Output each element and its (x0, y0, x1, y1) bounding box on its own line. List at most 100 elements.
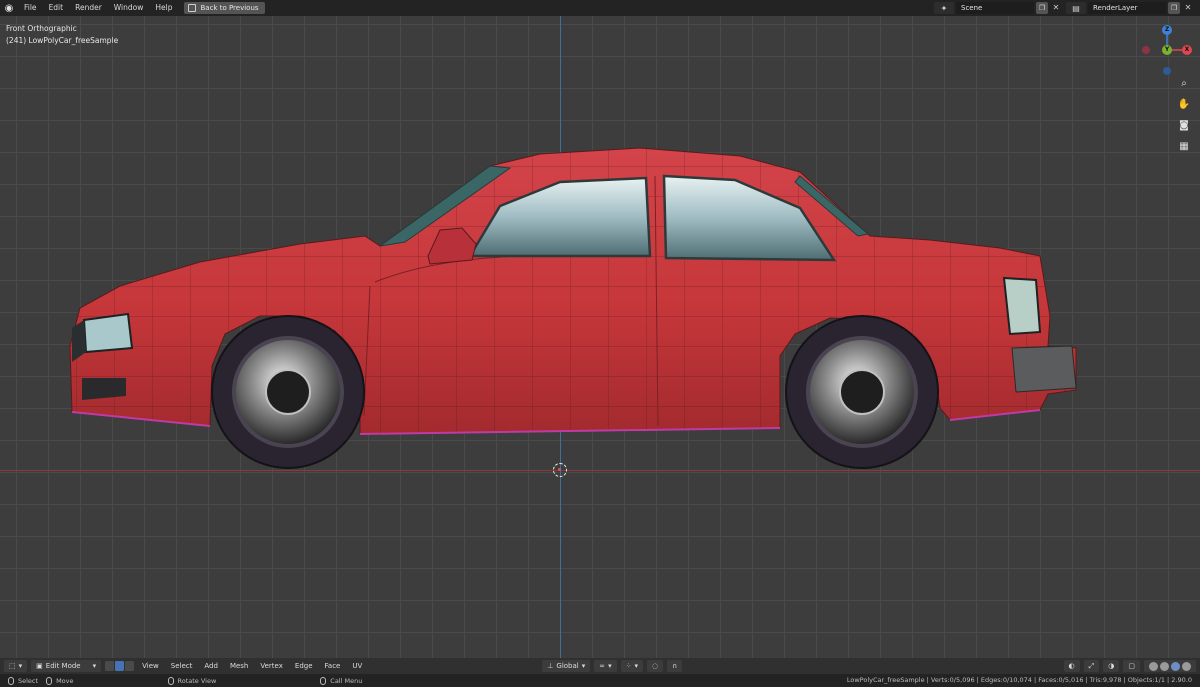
eye-icon: ◐ (1068, 662, 1075, 670)
mouse-right-icon (320, 676, 327, 685)
navigation-gizmo[interactable]: Z Y X (1140, 21, 1200, 81)
mouse-left-icon (8, 676, 14, 685)
gizmo-x-icon[interactable]: X (1182, 45, 1192, 55)
top-right-controls: ✦ Scene ❐ ✕ ▤ RenderLayer ❐ ✕ (934, 0, 1200, 16)
menu-vertex[interactable]: Vertex (256, 660, 287, 672)
scene-selector: ✦ Scene ❐ ✕ (934, 2, 1062, 14)
scene-name-field[interactable]: Scene (956, 2, 1034, 14)
render-layer-field[interactable]: RenderLayer (1088, 2, 1166, 14)
pan-hand-icon[interactable]: ✋ (1176, 97, 1192, 113)
back-to-previous-label: Back to Previous (200, 4, 259, 12)
pivot-point-button[interactable]: ∞ ▾ (594, 660, 617, 672)
menu-help[interactable]: Help (149, 0, 178, 16)
chevron-down-icon: ▾ (581, 662, 586, 670)
top-menu-bar: ◉ File Edit Render Window Help Back to P… (0, 0, 1200, 16)
rear-wheel (785, 315, 939, 469)
overlay-icon: ◑ (1108, 662, 1115, 670)
material-preview-icon[interactable] (1171, 661, 1180, 671)
blender-logo-icon[interactable]: ◉ (0, 0, 18, 16)
snap-button[interactable]: ⁘ ▾ (620, 660, 643, 672)
viewport-info: Front Orthographic (241) LowPolyCar_free… (6, 23, 118, 47)
chevron-down-icon: ▾ (634, 662, 638, 670)
mouse-drag-icon (46, 676, 53, 685)
visibility-button[interactable]: ◐ (1063, 660, 1080, 672)
shading-controls: ◐ ⤢ ◑ ▢ (1063, 660, 1196, 672)
status-select: Select (8, 676, 39, 685)
mouse-middle-icon (167, 676, 174, 685)
view-name: Front Orthographic (6, 24, 77, 33)
front-wheel (211, 315, 365, 469)
menu-face[interactable]: Face (321, 660, 345, 672)
gizmo-toggle-button[interactable]: ⤢ (1083, 660, 1100, 672)
status-move: Move (46, 676, 74, 685)
delete-scene-icon[interactable]: ✕ (1050, 2, 1062, 14)
delete-view-layer-icon[interactable]: ✕ (1182, 2, 1194, 14)
proportional-edit-button[interactable]: ◌ (647, 660, 664, 672)
status-rotate-label: Rotate View (177, 676, 217, 685)
gizmo-z-icon[interactable]: Z (1162, 25, 1172, 35)
wireframe-shading-icon[interactable] (1149, 661, 1158, 671)
menu-add[interactable]: Add (200, 660, 222, 672)
select-mode-group (105, 661, 135, 671)
falloff-curve-icon: ∩ (672, 662, 678, 670)
rendered-shading-icon[interactable] (1182, 661, 1191, 671)
menu-window[interactable]: Window (108, 0, 150, 16)
editor-type-icon: ⬚ (9, 662, 16, 670)
transform-orientation-label: Global (556, 662, 579, 670)
zoom-icon[interactable]: ⌕ (1176, 76, 1192, 92)
gizmo-neg-x-icon[interactable] (1142, 46, 1150, 54)
status-select-label: Select (18, 676, 39, 685)
menu-edit[interactable]: Edit (43, 0, 70, 16)
edit-mode-icon: ▣ (36, 662, 43, 670)
status-call-menu: Call Menu (320, 676, 363, 685)
gizmo-neg-z-icon[interactable] (1163, 67, 1171, 75)
proportional-edit-icon: ◌ (652, 662, 659, 670)
status-bar: Select Move Rotate View Call Menu LowPol… (0, 674, 1200, 687)
xray-toggle-button[interactable]: ▢ (1123, 660, 1140, 672)
solid-shading-icon[interactable] (1160, 661, 1169, 671)
status-call-menu-label: Call Menu (330, 676, 363, 685)
status-rotate: Rotate View (167, 676, 217, 685)
viewport-header: ⬚ ▾ ▣ Edit Mode ▾ View Select Add Mesh Ve… (0, 658, 1200, 674)
menu-mesh[interactable]: Mesh (226, 660, 252, 672)
view-layer-icon[interactable]: ▤ (1066, 2, 1086, 14)
shading-mode-group (1144, 660, 1196, 672)
scene-statistics: LowPolyCar_freeSample | Verts:0/5,096 | … (846, 676, 1192, 684)
mode-selector[interactable]: ▣ Edit Mode ▾ (31, 660, 102, 672)
menu-render[interactable]: Render (69, 0, 108, 16)
ortho-grid-icon[interactable]: ▦ (1176, 139, 1192, 155)
falloff-button[interactable]: ∩ (667, 660, 683, 672)
3d-cursor-icon[interactable] (553, 463, 567, 477)
chevron-down-icon: ▾ (608, 662, 612, 670)
overlay-toggle-button[interactable]: ◑ (1103, 660, 1120, 672)
editor-type-button[interactable]: ⬚ ▾ (4, 660, 28, 672)
snap-icon: ⁘ (625, 662, 632, 670)
menu-uv[interactable]: UV (348, 660, 366, 672)
face-select-icon[interactable] (125, 661, 135, 671)
view-layer-selector: ▤ RenderLayer ❐ ✕ (1066, 2, 1194, 14)
gizmo-icon: ⤢ (1088, 662, 1095, 670)
vertex-select-icon[interactable] (105, 661, 115, 671)
menu-edge[interactable]: Edge (291, 660, 317, 672)
status-move-label: Move (56, 676, 74, 685)
gizmo-y-icon[interactable]: Y (1162, 45, 1172, 55)
link-icon: ∞ (599, 662, 606, 670)
xray-icon: ▢ (1128, 662, 1135, 670)
screen-icon (188, 4, 197, 12)
scene-icon[interactable]: ✦ (934, 2, 954, 14)
3d-viewport[interactable]: Front Orthographic (241) LowPolyCar_free… (0, 16, 1200, 658)
menu-view[interactable]: View (138, 660, 163, 672)
back-to-previous-button[interactable]: Back to Previous (184, 2, 265, 14)
orientation-icon: ⊥ (547, 662, 554, 670)
transform-orientation-selector[interactable]: ⊥ Global ▾ (542, 660, 591, 672)
menu-select[interactable]: Select (167, 660, 197, 672)
edge-select-icon[interactable] (115, 661, 125, 671)
object-label: (241) LowPolyCar_freeSample (6, 36, 119, 45)
new-view-layer-button[interactable]: ❐ (1168, 2, 1180, 14)
mode-label: Edit Mode (45, 662, 81, 670)
menu-file[interactable]: File (18, 0, 43, 16)
chevron-down-icon: ▾ (18, 662, 23, 670)
camera-view-icon[interactable]: ◙ (1176, 118, 1192, 134)
new-scene-button[interactable]: ❐ (1036, 2, 1048, 14)
car-mesh[interactable] (0, 16, 1200, 658)
